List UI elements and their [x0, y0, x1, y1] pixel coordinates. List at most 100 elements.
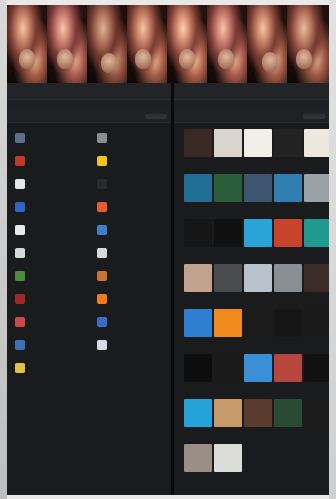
app-thumbnail	[214, 129, 242, 157]
app-card[interactable]	[304, 354, 329, 383]
app-icon	[97, 156, 107, 166]
app-card[interactable]	[274, 309, 302, 338]
app-thumbnail	[304, 129, 329, 157]
app-thumbnail	[274, 354, 302, 382]
right-panel-title	[174, 83, 329, 100]
list-item[interactable]	[15, 361, 91, 375]
list-item[interactable]	[97, 200, 171, 214]
app-card[interactable]	[214, 399, 242, 428]
app-card[interactable]	[274, 129, 302, 158]
list-item[interactable]	[15, 315, 91, 329]
app-card[interactable]	[184, 354, 212, 383]
app-icon	[15, 225, 25, 235]
app-card[interactable]	[274, 264, 302, 293]
list-item[interactable]	[15, 131, 91, 145]
app-card[interactable]	[214, 264, 242, 293]
app-card[interactable]	[304, 264, 329, 293]
right-section-button[interactable]	[303, 113, 325, 119]
list-item[interactable]	[15, 177, 91, 191]
list-item[interactable]	[97, 246, 171, 260]
app-card[interactable]	[184, 444, 212, 473]
banner-photo	[207, 5, 247, 83]
app-thumbnail	[274, 309, 302, 337]
app-icon	[15, 317, 25, 327]
list-item[interactable]	[15, 338, 91, 352]
list-item[interactable]	[97, 177, 171, 191]
app-icon	[97, 202, 107, 212]
list-item[interactable]	[15, 269, 91, 283]
app-card[interactable]	[274, 219, 302, 248]
app-card[interactable]	[214, 174, 242, 203]
app-icon	[97, 340, 107, 350]
app-card[interactable]	[244, 219, 272, 248]
app-icon	[15, 340, 25, 350]
app-icon	[15, 294, 25, 304]
list-item[interactable]	[15, 292, 91, 306]
app-card[interactable]	[184, 129, 212, 158]
list-item[interactable]	[15, 154, 91, 168]
list-item[interactable]	[97, 223, 171, 237]
app-icon	[15, 133, 25, 143]
app-card[interactable]	[214, 129, 242, 158]
app-icon	[97, 225, 107, 235]
right-panel	[174, 83, 329, 495]
app-card[interactable]	[184, 174, 212, 203]
app-card[interactable]	[274, 174, 302, 203]
app-card[interactable]	[184, 219, 212, 248]
list-item[interactable]	[97, 292, 171, 306]
app-card[interactable]	[244, 309, 272, 338]
list-item[interactable]	[97, 154, 171, 168]
left-panel	[7, 83, 171, 495]
app-card[interactable]	[304, 399, 329, 428]
app-card[interactable]	[214, 309, 242, 338]
left-section-button[interactable]	[145, 113, 167, 119]
app-thumbnail	[184, 399, 212, 427]
app-thumbnail	[244, 129, 272, 157]
app-card[interactable]	[244, 399, 272, 428]
app-thumbnail	[214, 444, 242, 472]
app-thumbnail	[214, 174, 242, 202]
app-icon	[97, 248, 107, 258]
app-icon	[97, 179, 107, 189]
list-item[interactable]	[97, 315, 171, 329]
list-item[interactable]	[15, 200, 91, 214]
list-item[interactable]	[97, 338, 171, 352]
app-card[interactable]	[244, 354, 272, 383]
app-card[interactable]	[214, 219, 242, 248]
app-thumbnail	[274, 219, 302, 247]
right-section-header	[174, 110, 329, 123]
app-card[interactable]	[274, 399, 302, 428]
app-card[interactable]	[304, 309, 329, 338]
app-thumbnail	[244, 174, 272, 202]
app-icon	[15, 202, 25, 212]
app-card[interactable]	[304, 129, 329, 158]
left-section-header	[7, 110, 171, 123]
app-icon	[97, 317, 107, 327]
app-thumbnail	[244, 354, 272, 382]
list-item[interactable]	[15, 223, 91, 237]
app-card[interactable]	[244, 129, 272, 158]
app-card[interactable]	[244, 174, 272, 203]
app-thumbnail	[184, 219, 212, 247]
app-card[interactable]	[184, 264, 212, 293]
app-thumbnail	[184, 309, 212, 337]
banner-photo	[247, 5, 287, 83]
list-item[interactable]	[97, 269, 171, 283]
banner-photo	[167, 5, 207, 83]
app-card[interactable]	[304, 174, 329, 203]
banner-photo	[7, 5, 47, 83]
app-icon	[97, 294, 107, 304]
app-card[interactable]	[274, 354, 302, 383]
app-card[interactable]	[214, 444, 242, 473]
app-thumbnail	[244, 264, 272, 292]
app-card[interactable]	[184, 309, 212, 338]
app-card[interactable]	[214, 354, 242, 383]
list-item[interactable]	[97, 131, 171, 145]
app-card[interactable]	[304, 219, 329, 248]
app-card[interactable]	[184, 399, 212, 428]
app-thumbnail	[184, 444, 212, 472]
app-thumbnail	[244, 399, 272, 427]
app-thumbnail	[244, 309, 272, 337]
list-item[interactable]	[15, 246, 91, 260]
app-card[interactable]	[244, 264, 272, 293]
